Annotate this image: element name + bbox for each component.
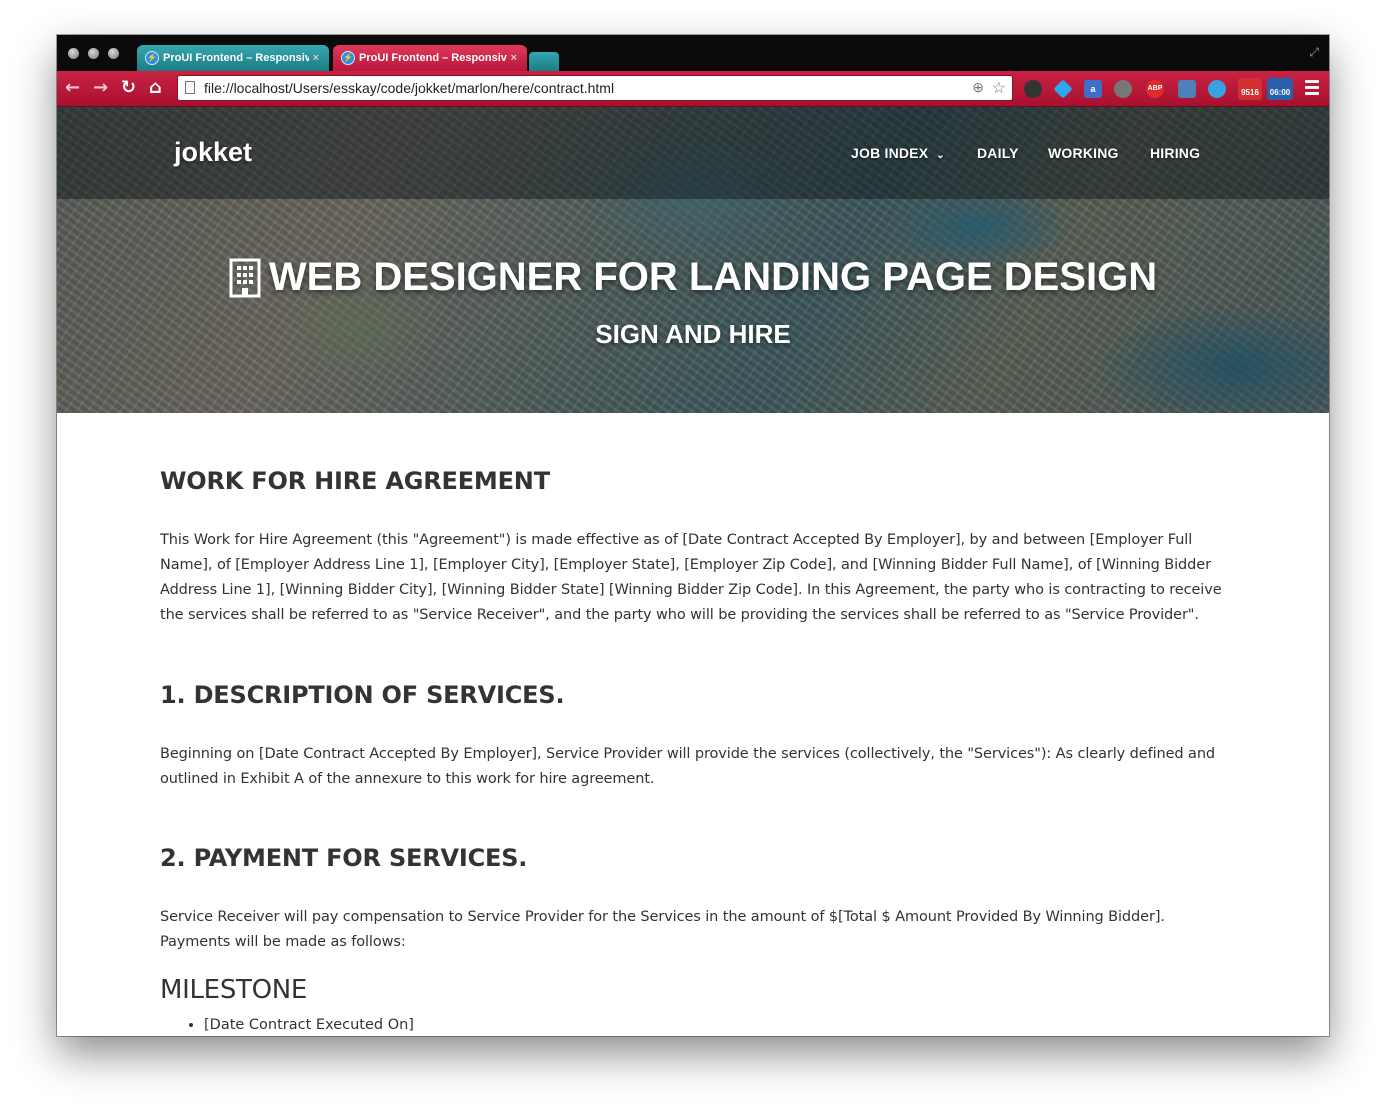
hero-subtitle: SIGN AND HIRE [595,319,791,349]
chrome-menu-icon[interactable] [1305,80,1319,98]
nav-daily[interactable]: DAILY [977,145,1019,161]
gmail-icon[interactable]: 9516 [1238,78,1262,100]
nav-job-index-label: JOB INDEX [851,145,929,161]
fullscreen-icon[interactable]: ⤢ [1309,45,1319,60]
hero-banner: jokket JOB INDEX ⌄ DAILY WORKING HIRING [57,107,1329,413]
address-bar[interactable]: file://localhost/Users/esskay/code/jokke… [177,75,1013,101]
hero-title: WEB DESIGNER FOR LANDING PAGE DESIGN [229,255,1157,300]
clock-icon[interactable] [1208,80,1226,98]
home-icon[interactable]: ⌂ [149,78,162,98]
tab-strip: ⚡ ProUI Frontend – Responsive × ⚡ ProUI … [57,35,1329,71]
hero-title-text: WEB DESIGNER FOR LANDING PAGE DESIGN [268,255,1158,299]
diamond-icon[interactable] [1053,79,1073,99]
contract-intro: This Work for Hire Agreement (this "Agre… [160,532,1222,623]
section-2-text: Service Receiver will pay compensation t… [160,909,1165,950]
hero-title-wrap: WEB DESIGNER FOR LANDING PAGE DESIGN [57,255,1329,302]
site-logo[interactable]: jokket [174,137,252,168]
nav-hiring[interactable]: HIRING [1150,145,1200,161]
milestone-list: [Date Contract Executed On] [160,1017,414,1033]
nav-job-index[interactable]: JOB INDEX ⌄ [851,145,945,161]
nav-working[interactable]: WORKING [1048,145,1119,161]
section-2-title: 2. PAYMENT FOR SERVICES. [160,844,528,872]
proui-favicon-icon: ⚡ [145,51,159,65]
forward-arrow-icon[interactable]: → [93,78,108,98]
tab-title: ProUI Frontend – Responsive [359,52,507,64]
new-tab-button[interactable] [529,52,559,71]
screen-icon[interactable] [1178,80,1196,98]
milestone-heading: MILESTONE [160,975,308,1005]
ghost-icon[interactable] [1024,80,1042,98]
a-icon[interactable]: a [1084,80,1102,98]
url-text[interactable]: file://localhost/Users/esskay/code/jokke… [204,80,614,96]
minimize-window-button[interactable] [88,48,99,59]
list-item: [Date Contract Executed On] [204,1017,414,1033]
page-icon [185,81,195,94]
browser-window: ⚡ ProUI Frontend – Responsive × ⚡ ProUI … [57,35,1329,1036]
back-arrow-icon[interactable]: ← [65,78,80,98]
browser-tab-2-active[interactable]: ⚡ ProUI Frontend – Responsive × [333,45,527,71]
zoom-icon[interactable]: ⊕ [972,79,984,96]
browser-toolbar: ← → ↻ ⌂ file://localhost/Users/esskay/co… [57,71,1329,107]
chevron-down-icon: ⌄ [936,150,945,161]
close-window-button[interactable] [68,48,79,59]
calendar-icon[interactable]: 06:00 [1267,78,1293,100]
site-navbar: jokket JOB INDEX ⌄ DAILY WORKING HIRING [57,107,1329,199]
bookmark-star-icon[interactable]: ☆ [992,78,1006,98]
tab-close-icon[interactable]: × [511,52,517,64]
building-icon [229,258,261,297]
section-1-text: Beginning on [Date Contract Accepted By … [160,746,1216,787]
tab-title: ProUI Frontend – Responsive [163,52,309,64]
play-icon[interactable] [1114,80,1132,98]
proui-favicon-icon: ⚡ [341,51,355,65]
contract-title: WORK FOR HIRE AGREEMENT [160,467,550,495]
reload-icon[interactable]: ↻ [121,78,136,98]
abp-icon[interactable]: ABP [1146,80,1164,98]
zoom-window-button[interactable] [108,48,119,59]
tab-close-icon[interactable]: × [313,52,319,64]
section-1-title: 1. DESCRIPTION OF SERVICES. [160,681,565,709]
browser-tab-1[interactable]: ⚡ ProUI Frontend – Responsive × [137,45,329,71]
